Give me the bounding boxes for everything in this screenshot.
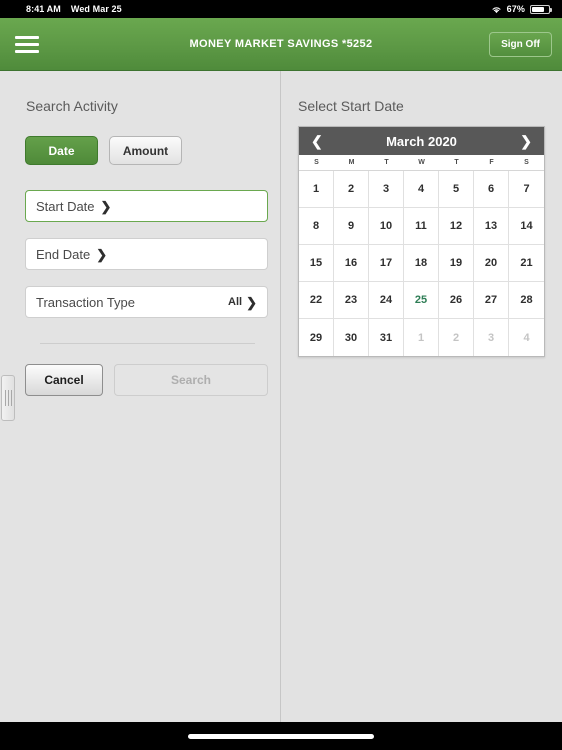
- start-date-label: Start Date: [36, 198, 95, 214]
- transaction-type-field[interactable]: Transaction Type All ❯: [25, 286, 268, 318]
- transaction-type-value: All: [228, 296, 243, 308]
- calendar-weekday-4: T: [454, 159, 459, 166]
- calendar-day-cell[interactable]: 9: [334, 208, 369, 245]
- search-mode-segmented-control: Date Amount: [25, 136, 182, 165]
- calendar-day-cell[interactable]: 24: [369, 282, 404, 319]
- status-bar: 8:41 AM Wed Mar 25 67%: [0, 0, 562, 18]
- calendar-weekday-2: T: [384, 159, 389, 166]
- wifi-icon: [492, 6, 501, 13]
- calendar-day-cell[interactable]: 3: [369, 171, 404, 208]
- start-date-field[interactable]: Start Date ❯: [25, 190, 268, 222]
- chevron-right-icon[interactable]: ❯: [520, 134, 532, 148]
- segment-date-button[interactable]: Date: [25, 136, 98, 165]
- search-activity-panel: Search Activity Date Amount Start Date ❯…: [0, 71, 281, 722]
- calendar-day-cell[interactable]: 19: [439, 245, 474, 282]
- calendar-day-cell[interactable]: 23: [334, 282, 369, 319]
- calendar-day-cell[interactable]: 18: [404, 245, 439, 282]
- calendar-day-cell[interactable]: 31: [369, 319, 404, 356]
- form-divider: [40, 343, 255, 344]
- search-activity-title: Search Activity: [26, 98, 118, 114]
- calendar-day-cell[interactable]: 17: [369, 245, 404, 282]
- pane-resize-handle[interactable]: [1, 375, 15, 421]
- calendar-day-cell[interactable]: 12: [439, 208, 474, 245]
- calendar-day-cell[interactable]: 7: [509, 171, 544, 208]
- status-date: Wed Mar 25: [70, 4, 122, 14]
- content-area: Search Activity Date Amount Start Date ❯…: [0, 71, 562, 722]
- calendar-day-cell[interactable]: 3: [474, 319, 509, 356]
- select-start-date-panel: Select Start Date ❮ March 2020 ❯ S M T W T F S…: [282, 71, 562, 722]
- calendar-day-cell[interactable]: 30: [334, 319, 369, 356]
- end-date-label: End Date: [36, 246, 91, 262]
- battery-percent: 67%: [506, 4, 525, 14]
- calendar-weekday-1: M: [348, 159, 355, 166]
- calendar-day-cell[interactable]: 25: [404, 282, 439, 319]
- calendar-day-cell[interactable]: 15: [299, 245, 334, 282]
- chevron-right-icon: ❯: [100, 198, 112, 214]
- segment-amount-button[interactable]: Amount: [109, 136, 182, 165]
- calendar-day-cell[interactable]: 13: [474, 208, 509, 245]
- calendar-weekday-3: W: [418, 159, 425, 166]
- page-title: MONEY MARKET SAVINGS *5252: [189, 38, 373, 50]
- calendar-day-cell[interactable]: 26: [439, 282, 474, 319]
- transaction-type-label: Transaction Type: [36, 294, 135, 310]
- calendar-day-cell[interactable]: 29: [299, 319, 334, 356]
- calendar-day-cell[interactable]: 14: [509, 208, 544, 245]
- calendar-day-cell[interactable]: 4: [509, 319, 544, 356]
- date-picker-calendar: ❮ March 2020 ❯ SMTWTFS 1 2 3 4 5 6 7 8 9 10 11 12 13…: [298, 126, 545, 357]
- select-start-date-title: Select Start Date: [298, 98, 404, 114]
- hamburger-menu-icon[interactable]: [10, 29, 44, 59]
- search-button[interactable]: Search: [114, 364, 268, 396]
- calendar-day-cell[interactable]: 1: [299, 171, 334, 208]
- calendar-weekday-6: S: [524, 159, 529, 166]
- calendar-month-label: March 2020: [386, 133, 457, 149]
- app-header-bar: MONEY MARKET SAVINGS *5252 Sign Off: [0, 18, 562, 71]
- cancel-button[interactable]: Cancel: [25, 364, 103, 396]
- status-time: 8:41 AM: [26, 4, 61, 14]
- calendar-day-cell[interactable]: 8: [299, 208, 334, 245]
- calendar-weekday-header: SMTWTFS: [299, 155, 544, 171]
- calendar-day-cell[interactable]: 27: [474, 282, 509, 319]
- home-indicator[interactable]: [188, 733, 374, 739]
- end-date-field[interactable]: End Date ❯: [25, 238, 268, 270]
- calendar-day-cell[interactable]: 5: [439, 171, 474, 208]
- calendar-day-cell[interactable]: 10: [369, 208, 404, 245]
- calendar-day-cell[interactable]: 16: [334, 245, 369, 282]
- calendar-day-cell[interactable]: 11: [404, 208, 439, 245]
- calendar-day-cell[interactable]: 28: [509, 282, 544, 319]
- calendar-day-cell[interactable]: 21: [509, 245, 544, 282]
- calendar-day-cell[interactable]: 20: [474, 245, 509, 282]
- calendar-day-cell[interactable]: 1: [404, 319, 439, 356]
- calendar-day-cell[interactable]: 6: [474, 171, 509, 208]
- chevron-left-icon[interactable]: ❮: [311, 134, 323, 148]
- battery-icon: [530, 4, 552, 14]
- calendar-day-cell[interactable]: 2: [439, 319, 474, 356]
- calendar-day-grid: 1 2 3 4 5 6 7 8 9 10 11 12 13 14 15 16 17 18 19 20 21 22 23 24 2…: [299, 171, 544, 356]
- sign-off-button[interactable]: Sign Off: [489, 31, 552, 57]
- calendar-day-cell[interactable]: 2: [334, 171, 369, 208]
- calendar-weekday-0: S: [314, 159, 319, 166]
- chevron-right-icon: ❯: [96, 246, 108, 262]
- calendar-day-cell[interactable]: 22: [299, 282, 334, 319]
- form-actions: Cancel Search: [25, 364, 268, 396]
- chevron-right-icon: ❯: [246, 294, 257, 310]
- calendar-header: ❮ March 2020 ❯: [299, 127, 544, 155]
- calendar-weekday-5: F: [489, 159, 494, 166]
- home-bar: [0, 722, 562, 750]
- calendar-day-cell[interactable]: 4: [404, 171, 439, 208]
- status-right-cluster: 67%: [491, 4, 552, 14]
